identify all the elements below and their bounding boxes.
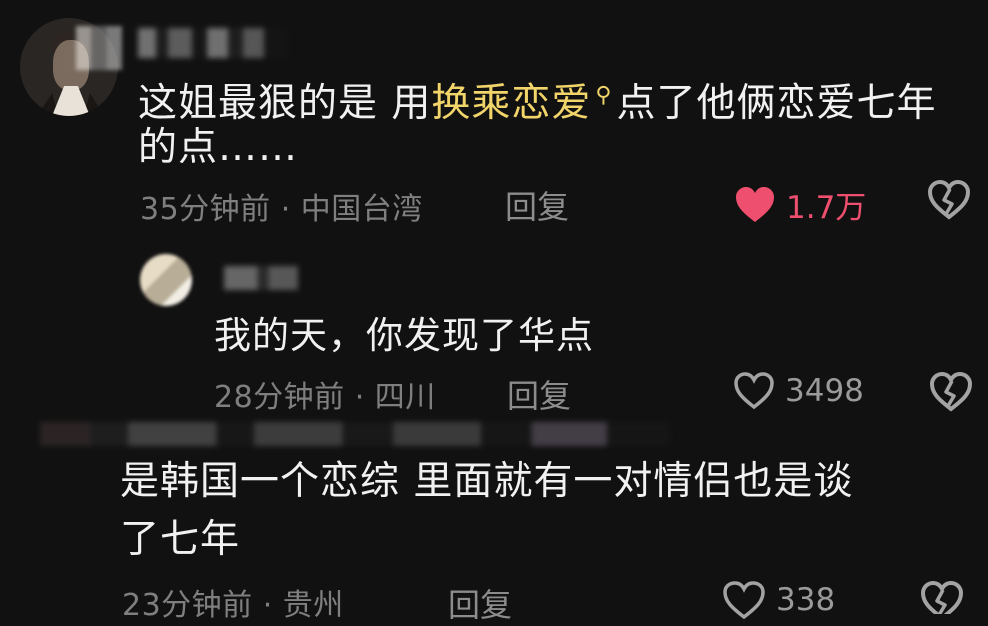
comment-2-text: 我的天，你发现了华点: [214, 314, 594, 357]
like-button[interactable]: 338: [722, 580, 835, 620]
comment-1-text: 这姐最狠的是 用换乘恋爱 ⚲ 点了他俩恋爱七年: [138, 70, 978, 130]
reply-button[interactable]: 回复: [505, 182, 569, 228]
comment-3-meta: 23分钟前 · 贵州: [122, 588, 344, 623]
comment-1-meta: 35分钟前 · 中国台湾: [140, 192, 423, 227]
dislike-button[interactable]: [920, 580, 964, 614]
like-count: 338: [776, 582, 836, 618]
reply-button[interactable]: 回复: [507, 371, 571, 417]
heart-icon: [722, 580, 766, 620]
like-button[interactable]: 3498: [733, 372, 864, 410]
reply-username-blurred[interactable]: [224, 266, 298, 290]
dislike-button[interactable]: [930, 372, 972, 412]
heart-icon: [733, 372, 775, 410]
avatar-shirt: [48, 86, 94, 116]
reply-button[interactable]: 回复: [448, 580, 512, 626]
comment-1-text-before: 这姐最狠的是 用: [138, 81, 432, 126]
comment-1-text-line2: 的点……: [138, 125, 299, 170]
like-button[interactable]: 1.7万: [734, 182, 866, 227]
broken-heart-icon: [928, 180, 970, 220]
comment-3-text-line1: 是韩国一个恋综 里面就有一对情侣也是谈: [120, 459, 854, 504]
dislike-button[interactable]: [928, 180, 970, 220]
heart-icon: [734, 186, 776, 224]
like-count: 3498: [785, 373, 864, 409]
comment-2-meta: 28分钟前 · 四川: [214, 380, 436, 415]
censor-blur: [76, 26, 122, 70]
search-keyword-link[interactable]: 换乘恋爱: [431, 81, 591, 126]
comment-3-header-blurred[interactable]: [40, 422, 670, 446]
search-icon[interactable]: ⚲: [595, 83, 612, 108]
username-blurred[interactable]: [138, 28, 288, 58]
comment-1-text-after: 点了他俩恋爱七年: [616, 81, 937, 126]
comment-3-text-line2: 了七年: [120, 517, 241, 562]
like-count: 1.7万: [786, 190, 867, 226]
broken-heart-icon: [920, 580, 964, 614]
broken-heart-icon: [930, 372, 972, 412]
reply-avatar[interactable]: [140, 254, 192, 306]
